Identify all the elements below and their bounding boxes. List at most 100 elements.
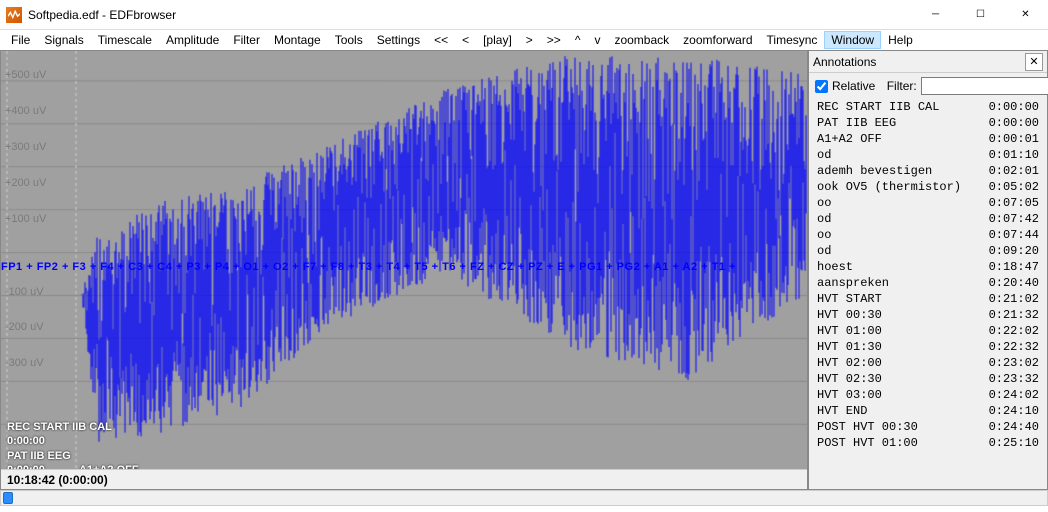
menu-filter[interactable]: Filter xyxy=(226,31,267,49)
annotation-row[interactable]: oo 0:07:44 xyxy=(809,227,1047,243)
menu-timescale[interactable]: Timescale xyxy=(91,31,159,49)
annotation-row[interactable]: REC START IIB CAL0:00:00 xyxy=(809,99,1047,115)
menu-timesync[interactable]: Timesync xyxy=(760,31,825,49)
annotations-panel: Annotations ✕ Relative Filter: Inv. REC … xyxy=(808,50,1048,490)
annotation-desc: ook OV5 (thermistor) xyxy=(817,180,961,194)
annotation-time: 0:23:32 xyxy=(981,372,1039,386)
annotation-marker: REC START IIB CAL xyxy=(7,421,112,433)
annotation-time: 0:01:10 xyxy=(981,148,1039,162)
annotation-row[interactable]: ook OV5 (thermistor) 0:05:02 xyxy=(809,179,1047,195)
annotation-row[interactable]: HVT START 0:21:02 xyxy=(809,291,1047,307)
annotation-desc: PAT IIB EEG xyxy=(817,116,896,130)
annotation-time: 0:25:10 xyxy=(981,436,1039,450)
scrollbar-thumb[interactable] xyxy=(3,492,13,504)
annotation-desc: od xyxy=(817,244,831,258)
annotations-list[interactable]: REC START IIB CAL0:00:00PAT IIB EEG 0:00:… xyxy=(809,99,1047,489)
annotation-desc: HVT 03:00 xyxy=(817,388,882,402)
filter-input[interactable] xyxy=(921,77,1048,95)
annotation-row[interactable]: HVT 02:300:23:32 xyxy=(809,371,1047,387)
status-bar: 10:18:42 (0:00:00) xyxy=(1,469,807,489)
annotation-time: 0:02:01 xyxy=(981,164,1039,178)
annotation-row[interactable]: HVT 02:00 0:23:02 xyxy=(809,355,1047,371)
annotation-row[interactable]: PAT IIB EEG 0:00:00 xyxy=(809,115,1047,131)
y-axis-label: +100 uV xyxy=(5,213,46,225)
annotations-title: Annotations xyxy=(813,55,876,69)
menu-settings[interactable]: Settings xyxy=(370,31,427,49)
annotation-desc: oo xyxy=(817,228,831,242)
annotation-desc: HVT 00:30 xyxy=(817,308,882,322)
menu--[interactable]: << xyxy=(427,31,455,49)
annotation-row[interactable]: od 0:07:42 xyxy=(809,211,1047,227)
annotation-row[interactable]: aanspreken0:20:40 xyxy=(809,275,1047,291)
annotation-row[interactable]: ademh bevestigen 0:02:01 xyxy=(809,163,1047,179)
menu--[interactable]: > xyxy=(519,31,540,49)
menu-window[interactable]: Window xyxy=(824,31,881,49)
menu-file[interactable]: File xyxy=(4,31,37,49)
window-title: Softpedia.edf - EDFbrowser xyxy=(28,8,176,22)
menu-amplitude[interactable]: Amplitude xyxy=(159,31,226,49)
menu--[interactable]: ^ xyxy=(568,31,588,49)
annotation-time: 0:07:42 xyxy=(981,212,1039,226)
annotation-time: 0:21:02 xyxy=(981,292,1039,306)
y-axis-label: +200 uV xyxy=(5,177,46,189)
annotation-row[interactable]: od 0:01:10 xyxy=(809,147,1047,163)
annotation-time: 0:05:02 xyxy=(981,180,1039,194)
minimize-button[interactable]: ─ xyxy=(913,0,958,30)
y-axis-label: -200 uV xyxy=(5,321,44,333)
annotation-row[interactable]: POST HVT 01:000:25:10 xyxy=(809,435,1047,451)
annotation-desc: HVT 01:00 xyxy=(817,324,882,338)
annotation-desc: HVT 01:30 xyxy=(817,340,882,354)
menu-tools[interactable]: Tools xyxy=(328,31,370,49)
signal-viewer[interactable]: +500 uV+400 uV+300 uV+200 uV+100 uV-100 … xyxy=(0,50,808,490)
annotation-marker: 0:00:00 xyxy=(7,435,45,447)
annotation-time: 0:24:40 xyxy=(981,420,1039,434)
annotation-desc: ademh bevestigen xyxy=(817,164,932,178)
annotation-desc: hoest xyxy=(817,260,853,274)
annotation-time: 0:07:05 xyxy=(981,196,1039,210)
menu-montage[interactable]: Montage xyxy=(267,31,328,49)
menu-zoomback[interactable]: zoomback xyxy=(607,31,676,49)
y-axis-label: -100 uV xyxy=(5,286,44,298)
annotation-row[interactable]: hoest 0:18:47 xyxy=(809,259,1047,275)
annotation-desc: HVT 02:00 xyxy=(817,356,882,370)
menubar: FileSignalsTimescaleAmplitudeFilterMonta… xyxy=(0,30,1048,50)
channel-labels: FP1 + FP2 + F3 + F4 + C3 + C4 + P3 + P4 … xyxy=(1,261,807,273)
annotation-desc: HVT START xyxy=(817,292,882,306)
menu--play-[interactable]: [play] xyxy=(476,31,519,49)
annotation-row[interactable]: od0:09:20 xyxy=(809,243,1047,259)
annotation-time: 0:23:02 xyxy=(981,356,1039,370)
maximize-button[interactable]: ☐ xyxy=(958,0,1003,30)
menu-help[interactable]: Help xyxy=(881,31,920,49)
annotation-row[interactable]: A1+A2 OFF0:00:01 xyxy=(809,131,1047,147)
annotation-row[interactable]: HVT 01:30 0:22:32 xyxy=(809,339,1047,355)
menu--[interactable]: < xyxy=(455,31,476,49)
annotation-time: 0:22:32 xyxy=(981,340,1039,354)
annotations-close-button[interactable]: ✕ xyxy=(1025,53,1043,71)
annotation-time: 0:24:02 xyxy=(981,388,1039,402)
annotation-row[interactable]: HVT 00:30 0:21:32 xyxy=(809,307,1047,323)
menu-v[interactable]: v xyxy=(587,31,607,49)
annotation-row[interactable]: HVT END0:24:10 xyxy=(809,403,1047,419)
annotation-time: 0:00:00 xyxy=(981,116,1039,130)
annotation-time: 0:22:02 xyxy=(981,324,1039,338)
annotation-desc: oo xyxy=(817,196,831,210)
menu-zoomforward[interactable]: zoomforward xyxy=(676,31,759,49)
annotation-desc: aanspreken xyxy=(817,276,889,290)
relative-label: Relative xyxy=(832,79,875,93)
annotation-row[interactable]: HVT 03:00 0:24:02 xyxy=(809,387,1047,403)
menu-signals[interactable]: Signals xyxy=(37,31,90,49)
annotation-time: 0:07:44 xyxy=(981,228,1039,242)
annotation-desc: POST HVT 00:30 xyxy=(817,420,918,434)
annotation-desc: od xyxy=(817,148,831,162)
relative-checkbox[interactable] xyxy=(815,80,828,93)
annotation-desc: od xyxy=(817,212,831,226)
close-button[interactable]: ✕ xyxy=(1003,0,1048,30)
annotation-time: 0:00:01 xyxy=(981,132,1039,146)
menu--[interactable]: >> xyxy=(540,31,568,49)
horizontal-scrollbar[interactable] xyxy=(0,490,1048,506)
annotation-row[interactable]: HVT 01:00 0:22:02 xyxy=(809,323,1047,339)
annotation-row[interactable]: oo 0:07:05 xyxy=(809,195,1047,211)
annotation-row[interactable]: POST HVT 00:30 0:24:40 xyxy=(809,419,1047,435)
annotation-time: 0:21:32 xyxy=(981,308,1039,322)
annotation-time: 0:18:47 xyxy=(981,260,1039,274)
